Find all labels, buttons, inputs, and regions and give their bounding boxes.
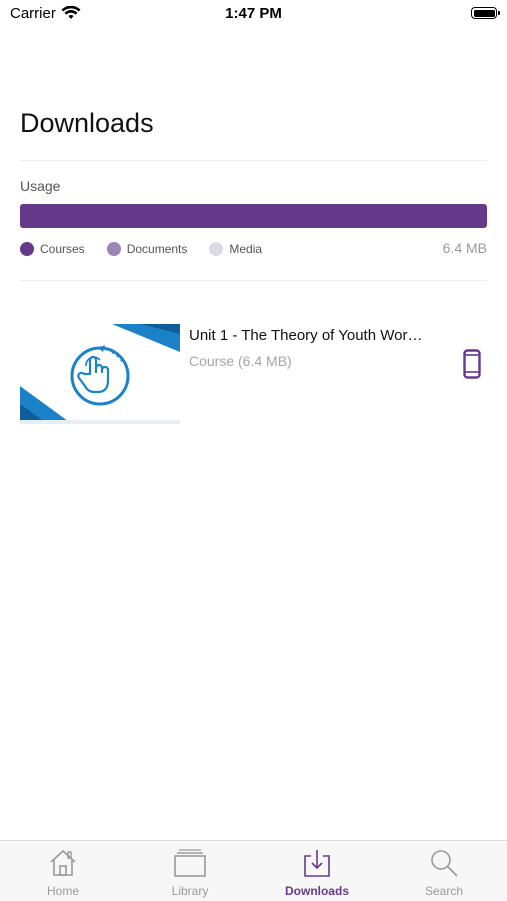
usage-total: 6.4 MB xyxy=(442,240,487,256)
legend-dot-documents xyxy=(106,242,121,256)
download-list-item[interactable]: Unit 1 - The Theory of Youth Wor… Course… xyxy=(0,320,507,430)
legend-dot-media xyxy=(209,242,224,256)
divider xyxy=(20,280,487,281)
tab-library[interactable]: Library xyxy=(127,841,253,901)
course-title: Unit 1 - The Theory of Youth Wor… xyxy=(189,327,423,344)
tab-bar: Home Library Downloads Search xyxy=(0,840,507,901)
legend-item-courses: Courses xyxy=(20,242,85,256)
legend-item-media: Media xyxy=(209,242,262,256)
status-bar: Carrier 1:47 PM xyxy=(0,0,507,30)
library-icon xyxy=(174,849,206,877)
legend-label: Media xyxy=(229,242,263,256)
phone-icon[interactable] xyxy=(463,349,481,379)
tab-label: Search xyxy=(424,884,464,898)
tab-label: Home xyxy=(46,884,79,898)
download-icon xyxy=(304,850,330,877)
tab-label: Library xyxy=(171,884,209,898)
page-title: Downloads xyxy=(20,108,154,138)
legend-item-documents: Documents xyxy=(106,242,188,256)
tab-downloads[interactable]: Downloads xyxy=(254,841,380,901)
legend-dot-courses xyxy=(20,242,34,256)
usage-legend: Courses Documents Media xyxy=(20,242,284,256)
course-thumbnail xyxy=(20,324,180,424)
home-icon xyxy=(50,849,76,876)
tab-home[interactable]: Home xyxy=(0,841,126,901)
usage-label: Usage xyxy=(20,178,61,194)
tab-label: Downloads xyxy=(284,884,349,898)
tab-search[interactable]: Search xyxy=(381,841,507,901)
legend-label: Documents xyxy=(126,242,188,256)
course-subtitle: Course (6.4 MB) xyxy=(189,353,292,369)
divider xyxy=(20,160,487,161)
usage-bar xyxy=(20,204,487,228)
battery-icon xyxy=(471,7,500,19)
search-icon xyxy=(431,850,458,877)
legend-label: Courses xyxy=(40,242,85,256)
clock: 1:47 PM xyxy=(225,5,282,22)
